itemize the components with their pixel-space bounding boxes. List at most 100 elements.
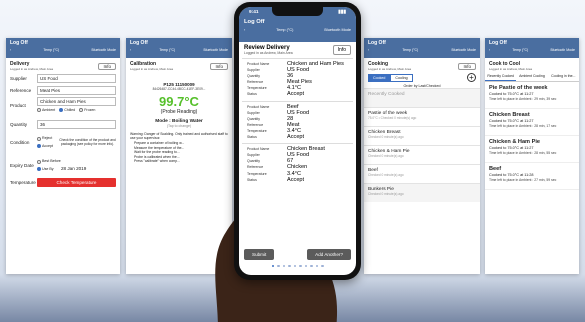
logged-in-text: Logged in as Andrew, Main Area <box>130 67 174 71</box>
review-footer: Submit Add Another? <box>239 248 356 267</box>
list-item[interactable]: Pastie of the week 75.0°C • Checked 0 mi… <box>364 107 480 126</box>
info-button[interactable]: Info <box>98 62 116 70</box>
use-by-radio[interactable]: Use By <box>37 167 61 171</box>
app-bar: Log Off ‹ Temp (°C) Bluetooth Mode <box>239 18 356 42</box>
page-dot <box>271 264 274 267</box>
condition-label: Condition <box>10 139 30 145</box>
radio-dot-selected <box>37 143 41 148</box>
submit-button[interactable]: Submit <box>244 248 275 260</box>
back-icon[interactable]: ‹ <box>368 48 369 52</box>
add-button[interactable]: + <box>467 72 476 82</box>
temp-unit[interactable]: Temp (°C) <box>159 48 175 52</box>
phone-device: 9:41 ▮▮▮ Log Off ‹ Temp (°C) Bluetooth M… <box>234 2 361 280</box>
temp-unit[interactable]: Temp (°C) <box>402 48 418 52</box>
tab-ambient-cooling[interactable]: Ambient Cooling <box>516 72 547 81</box>
info-button[interactable]: Info <box>332 45 351 55</box>
page-dot <box>321 264 324 267</box>
tab-recently-cooked[interactable]: Recently Cooked <box>485 72 517 81</box>
temperature-label: Temperature <box>10 179 36 185</box>
logged-in-text: Logged in as Andrew, Main Area <box>244 51 293 55</box>
list-header: Recently Cooked <box>364 88 480 107</box>
quantity-input[interactable]: 36 <box>37 119 116 129</box>
reject-radio[interactable]: Reject <box>37 136 59 141</box>
list-item[interactable]: Chicken & Ham Pie Cooked to 75.0°C at 11… <box>485 136 579 163</box>
list-item[interactable]: Beef Checked 0 minute(s) ago <box>364 164 480 183</box>
tab-cooked[interactable]: Cooked <box>368 74 391 82</box>
back-icon[interactable]: ‹ <box>489 48 490 52</box>
logoff-link[interactable]: Log Off <box>368 40 476 46</box>
back-icon[interactable]: ‹ <box>130 48 131 52</box>
temp-unit[interactable]: Temp (°C) <box>43 48 59 52</box>
bluetooth-mode[interactable]: Bluetooth Mode <box>203 48 228 52</box>
temp-unit[interactable]: Temp (°C) <box>276 28 293 32</box>
page-header: Calibration Logged in as Andrew, Main Ar… <box>126 58 232 72</box>
reference-field: Reference Meat Pies <box>6 84 120 96</box>
app-bar: Log Off ‹ Temp (°C) Bluetooth Mode <box>126 38 232 58</box>
product-label: Product <box>10 103 26 108</box>
supplier-label: Supplier <box>10 75 27 81</box>
app-bar: Log Off ‹ Temp (°C) Bluetooth Mode <box>6 38 120 58</box>
ambient-radio[interactable]: Ambient <box>37 108 55 113</box>
product-input[interactable]: Chicken and Ham Pies <box>37 97 116 106</box>
list-item[interactable]: Beef Cooked to 75.0°C at 11:28 Time left… <box>485 163 579 190</box>
list-item[interactable]: Chicken Breast Checked 0 minute(s) ago <box>364 126 480 145</box>
temp-unit[interactable]: Temp (°C) <box>512 48 528 52</box>
delivery-record[interactable]: Product Name Beef Supplier US Food Quantit… <box>242 100 353 144</box>
add-another-button[interactable]: Add Another? <box>307 248 351 260</box>
logged-in-text: Logged in as Andrew, Main Area <box>368 67 412 71</box>
bluetooth-mode[interactable]: Bluetooth Mode <box>91 48 116 52</box>
reference-input[interactable]: Meat Pies <box>37 85 116 95</box>
page-header: Review Delivery Logged in as Andrew, Mai… <box>239 42 356 58</box>
list-item[interactable]: Bunkers Pie Checked 0 minute(s) ago <box>364 183 480 202</box>
delivery-screen: Log Off ‹ Temp (°C) Bluetooth Mode Deliv… <box>6 38 120 274</box>
probe-reading-label: (Probe Reading) <box>160 109 198 115</box>
app-bar: Log Off ‹ Temp (°C) Bluetooth Mode <box>485 38 579 58</box>
back-icon[interactable]: ‹ <box>244 28 245 32</box>
temperature-field: Temperature Check Temperature <box>6 176 120 188</box>
list-item[interactable]: Chicken & Ham Pie Checked 0 minute(s) ag… <box>364 145 480 164</box>
expiry-label: Expiry Date <box>10 162 34 168</box>
supplier-input[interactable]: US Food <box>37 73 116 83</box>
frozen-radio[interactable]: Frozen <box>79 108 95 113</box>
page-dot <box>282 264 285 267</box>
page-dot <box>299 264 302 267</box>
delivery-record[interactable]: Product Name Chicken Breast Supplier US Fo… <box>242 143 353 186</box>
info-button[interactable]: Info <box>458 62 476 70</box>
expiry-field: Expiry Date Best Before Use By 28 Jan 20… <box>6 154 120 176</box>
chilled-radio[interactable]: Chilled <box>59 108 75 113</box>
expiry-date-value[interactable]: 28 Jan 2019 <box>61 166 86 171</box>
page-dot <box>288 264 291 267</box>
bluetooth-mode[interactable]: Bluetooth Mode <box>324 28 351 32</box>
radio-dot-selected <box>37 166 41 171</box>
list-item[interactable]: Pie Pastie of the week Cooked to 75.0°C … <box>485 82 579 109</box>
tab-cooling[interactable]: Cooling <box>390 74 413 82</box>
bluetooth-mode[interactable]: Bluetooth Mode <box>550 48 575 52</box>
logged-in-text: Logged in as Andrew, Main Area <box>489 67 533 71</box>
delivery-record[interactable]: Product Name Chicken and Ham Pies Supplie… <box>242 58 353 101</box>
supplier-field: Supplier US Food <box>6 72 120 84</box>
status-time: 9:41 <box>249 10 259 15</box>
info-button[interactable]: Info <box>210 62 228 70</box>
logoff-link[interactable]: Log Off <box>10 40 116 46</box>
quantity-field: Quantity 36 <box>6 118 120 130</box>
radio-dot <box>37 159 41 164</box>
list-item[interactable]: Chicken Breast Cooked to 75.0°C at 11:27… <box>485 109 579 136</box>
cooked-cooling-toggle: Cooked Cooling <box>368 74 413 82</box>
best-before-radio[interactable]: Best Before <box>37 159 61 164</box>
recently-cooked-heading: Recently Cooked <box>368 92 405 97</box>
condition-note: Check the condition of the product and p… <box>59 138 116 146</box>
check-temperature-button[interactable]: Check Temperature <box>37 177 116 187</box>
page-dot <box>304 264 307 267</box>
back-icon[interactable]: ‹ <box>10 48 11 52</box>
tab-cooling-in-fridge[interactable]: Cooling in the... <box>548 72 579 81</box>
page-indicator[interactable] <box>244 264 351 267</box>
page-header: Cook to Cool Logged in as Andrew, Main A… <box>485 58 579 72</box>
battery-icon: ▮▮▮ <box>338 10 346 15</box>
logoff-link[interactable]: Log Off <box>130 40 228 46</box>
accept-radio[interactable]: Accept <box>37 144 59 148</box>
page-header: Delivery Logged in as Andrew, Main Area … <box>6 58 120 72</box>
logoff-link[interactable]: Log Off <box>489 40 575 46</box>
radio-dot-selected <box>59 108 64 113</box>
bluetooth-mode[interactable]: Bluetooth Mode <box>451 48 476 52</box>
logoff-link[interactable]: Log Off <box>244 19 351 25</box>
